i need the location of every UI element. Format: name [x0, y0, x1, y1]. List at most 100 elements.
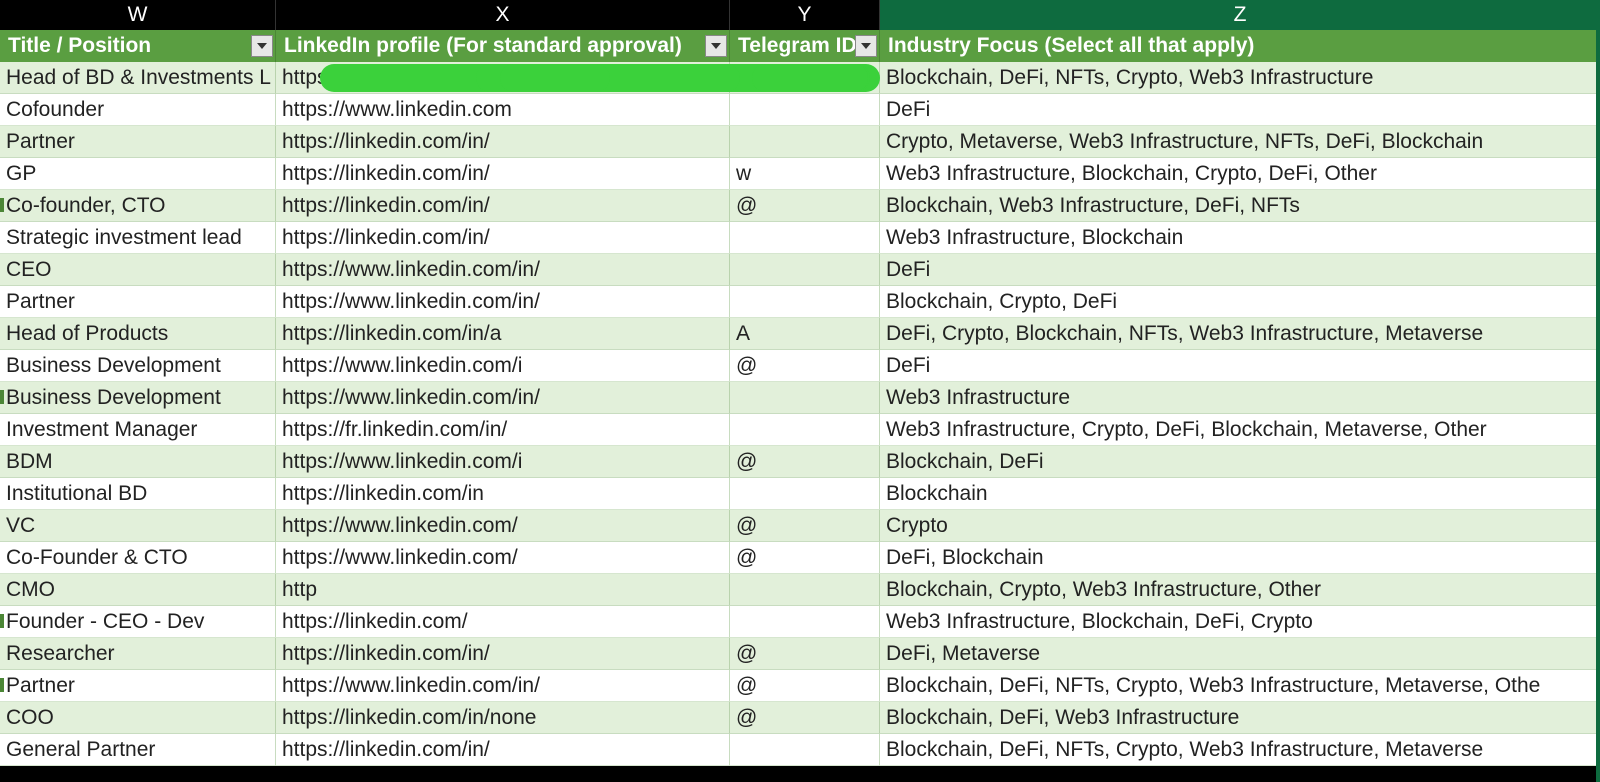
- cell-w[interactable]: Researcher: [0, 638, 276, 670]
- cell-y[interactable]: [730, 94, 880, 126]
- cell-z[interactable]: DeFi: [880, 350, 1600, 382]
- cell-x[interactable]: https://linkedin.com/in/: [276, 158, 730, 190]
- cell-w[interactable]: Partner: [0, 126, 276, 158]
- cell-z[interactable]: Blockchain, DeFi, Web3 Infrastructure: [880, 702, 1600, 734]
- cell-x[interactable]: https://www.linkedin.com/in/: [276, 254, 730, 286]
- column-letter-w[interactable]: W: [0, 0, 276, 30]
- cell-z[interactable]: Blockchain, DeFi: [880, 446, 1600, 478]
- cell-w[interactable]: Investment Manager: [0, 414, 276, 446]
- cell-x[interactable]: https://www.linkedin.com/i: [276, 350, 730, 382]
- cell-w[interactable]: Head of Products: [0, 318, 276, 350]
- cell-y[interactable]: [730, 382, 880, 414]
- cell-y[interactable]: @: [730, 190, 880, 222]
- filter-button-x[interactable]: [705, 35, 727, 57]
- row-edge-marker: [0, 614, 4, 628]
- cell-z[interactable]: Web3 Infrastructure, Crypto, DeFi, Block…: [880, 414, 1600, 446]
- cell-x[interactable]: https://linkedin.com/: [276, 606, 730, 638]
- cell-y[interactable]: [730, 478, 880, 510]
- cell-w[interactable]: Founder - CEO - Dev: [0, 606, 276, 638]
- cell-z[interactable]: DeFi, Blockchain: [880, 542, 1600, 574]
- cell-z[interactable]: Web3 Infrastructure, Blockchain, Crypto,…: [880, 158, 1600, 190]
- filter-button-y[interactable]: [855, 35, 877, 57]
- cell-w[interactable]: Co-Founder & CTO: [0, 542, 276, 574]
- column-letter-x[interactable]: X: [276, 0, 730, 30]
- cell-z[interactable]: Web3 Infrastructure, Blockchain: [880, 222, 1600, 254]
- cell-x[interactable]: https://fr.linkedin.com/in/: [276, 414, 730, 446]
- cell-y[interactable]: w: [730, 158, 880, 190]
- cell-w[interactable]: Partner: [0, 670, 276, 702]
- cell-z[interactable]: Web3 Infrastructure, Blockchain, DeFi, C…: [880, 606, 1600, 638]
- cell-x[interactable]: https://www.linkedin.com/in/: [276, 382, 730, 414]
- cell-y[interactable]: [730, 222, 880, 254]
- cell-z[interactable]: Blockchain, Crypto, DeFi: [880, 286, 1600, 318]
- cell-z[interactable]: Blockchain, Crypto, Web3 Infrastructure,…: [880, 574, 1600, 606]
- cell-w[interactable]: BDM: [0, 446, 276, 478]
- header-industry-focus[interactable]: Industry Focus (Select all that apply): [880, 30, 1600, 62]
- cell-x[interactable]: https://linkedin.com/in/none: [276, 702, 730, 734]
- cell-x[interactable]: https://www.linkedin.com/: [276, 510, 730, 542]
- cell-y[interactable]: @: [730, 350, 880, 382]
- cell-z[interactable]: DeFi: [880, 254, 1600, 286]
- cell-x[interactable]: https://linkedin.com/in/: [276, 638, 730, 670]
- cell-w[interactable]: CEO: [0, 254, 276, 286]
- cell-y[interactable]: @: [730, 670, 880, 702]
- cell-z[interactable]: Crypto: [880, 510, 1600, 542]
- cell-x[interactable]: https://www.linkedin.com/i: [276, 446, 730, 478]
- cell-y[interactable]: @: [730, 542, 880, 574]
- cell-y[interactable]: A: [730, 62, 880, 94]
- cell-x[interactable]: https://linkedin.com/in/: [276, 190, 730, 222]
- cell-y[interactable]: [730, 606, 880, 638]
- cell-w[interactable]: CMO: [0, 574, 276, 606]
- cell-w[interactable]: Institutional BD: [0, 478, 276, 510]
- cell-y[interactable]: [730, 414, 880, 446]
- cell-z[interactable]: Blockchain, DeFi, NFTs, Crypto, Web3 Inf…: [880, 734, 1600, 766]
- filter-button-w[interactable]: [251, 35, 273, 57]
- cell-x[interactable]: https://linkedin.com/in/: [276, 734, 730, 766]
- cell-z[interactable]: Blockchain, DeFi, NFTs, Crypto, Web3 Inf…: [880, 670, 1600, 702]
- header-title-position[interactable]: Title / Position: [0, 30, 276, 62]
- cell-w[interactable]: Partner: [0, 286, 276, 318]
- cell-x[interactable]: https://www.linkedin.com: [276, 94, 730, 126]
- column-letter-z[interactable]: Z: [880, 0, 1600, 30]
- cell-z[interactable]: DeFi: [880, 94, 1600, 126]
- cell-x[interactable]: https://www.linkedin.com/in/: [276, 670, 730, 702]
- cell-x[interactable]: https://linkedin.com/in/: [276, 222, 730, 254]
- cell-x[interactable]: https://linkedin.com/in/a: [276, 318, 730, 350]
- cell-y[interactable]: @: [730, 638, 880, 670]
- cell-w[interactable]: Business Development: [0, 350, 276, 382]
- cell-w[interactable]: COO: [0, 702, 276, 734]
- column-letter-y[interactable]: Y: [730, 0, 880, 30]
- cell-y[interactable]: @: [730, 702, 880, 734]
- cell-y[interactable]: [730, 574, 880, 606]
- cell-x[interactable]: https://linkedin.com/in/: [276, 126, 730, 158]
- cell-y[interactable]: [730, 126, 880, 158]
- cell-w[interactable]: Co-founder, CTO: [0, 190, 276, 222]
- cell-z[interactable]: Blockchain, DeFi, NFTs, Crypto, Web3 Inf…: [880, 62, 1600, 94]
- cell-y[interactable]: @: [730, 510, 880, 542]
- cell-z[interactable]: Blockchain, Web3 Infrastructure, DeFi, N…: [880, 190, 1600, 222]
- cell-z[interactable]: Crypto, Metaverse, Web3 Infrastructure, …: [880, 126, 1600, 158]
- cell-x[interactable]: http: [276, 574, 730, 606]
- cell-w[interactable]: Head of BD & Investments L: [0, 62, 276, 94]
- cell-y[interactable]: [730, 254, 880, 286]
- cell-x[interactable]: https://www.linkedin.com/: [276, 542, 730, 574]
- cell-x[interactable]: https://www.linkedin.com/in/a: [276, 62, 730, 94]
- cell-w[interactable]: Strategic investment lead: [0, 222, 276, 254]
- cell-w[interactable]: GP: [0, 158, 276, 190]
- cell-x[interactable]: https://www.linkedin.com/in/: [276, 286, 730, 318]
- cell-y[interactable]: @: [730, 446, 880, 478]
- cell-z[interactable]: DeFi, Crypto, Blockchain, NFTs, Web3 Inf…: [880, 318, 1600, 350]
- cell-w[interactable]: General Partner: [0, 734, 276, 766]
- header-linkedin-profile[interactable]: LinkedIn profile (For standard approval): [276, 30, 730, 62]
- cell-y[interactable]: [730, 286, 880, 318]
- cell-w[interactable]: Business Development: [0, 382, 276, 414]
- cell-z[interactable]: Web3 Infrastructure: [880, 382, 1600, 414]
- cell-w[interactable]: VC: [0, 510, 276, 542]
- cell-z[interactable]: Blockchain: [880, 478, 1600, 510]
- cell-x[interactable]: https://linkedin.com/in: [276, 478, 730, 510]
- cell-y[interactable]: A: [730, 318, 880, 350]
- cell-y[interactable]: [730, 734, 880, 766]
- header-telegram-id[interactable]: Telegram ID: [730, 30, 880, 62]
- cell-w[interactable]: Cofounder: [0, 94, 276, 126]
- cell-z[interactable]: DeFi, Metaverse: [880, 638, 1600, 670]
